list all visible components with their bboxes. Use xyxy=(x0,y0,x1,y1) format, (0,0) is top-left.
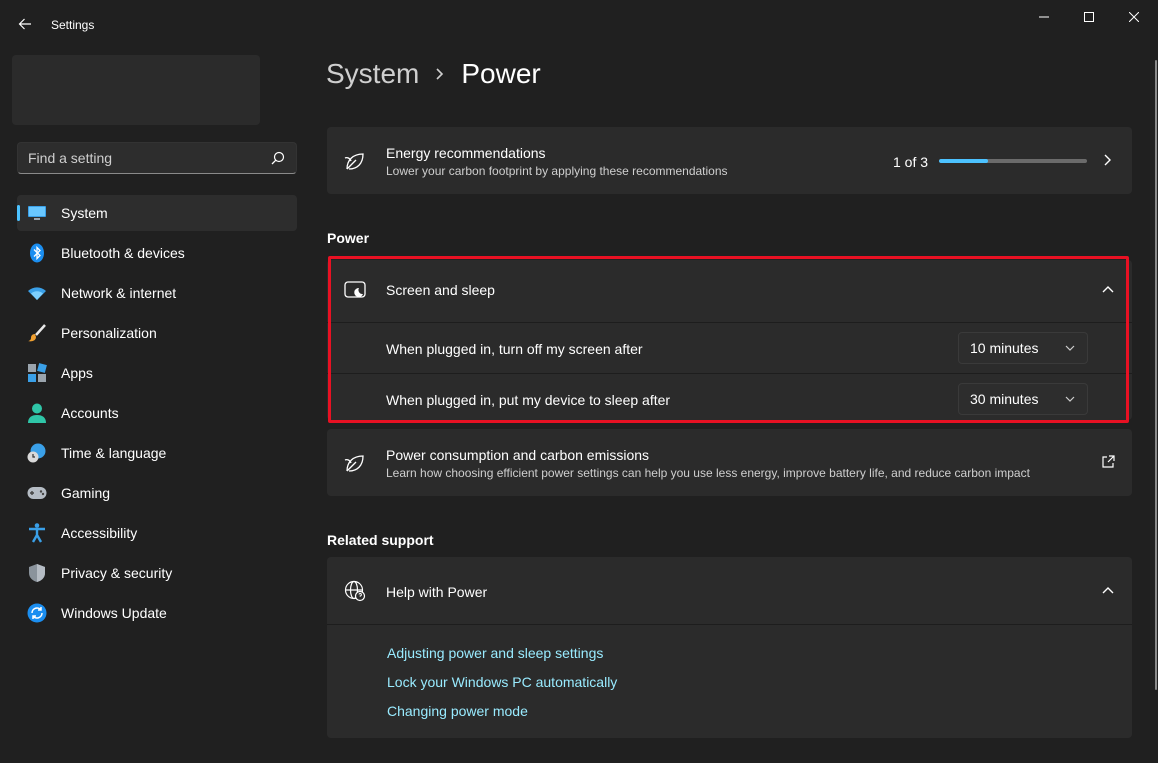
energy-recommendations-card[interactable]: Energy recommendations Lower your carbon… xyxy=(327,127,1132,194)
consumption-title: Power consumption and carbon emissions xyxy=(386,447,650,463)
external-link-icon[interactable] xyxy=(1100,454,1116,470)
chevron-down-icon xyxy=(1065,396,1075,402)
sidebar-item-network-internet[interactable]: Network & internet xyxy=(17,275,297,311)
person-icon xyxy=(27,403,47,423)
leaf-icon xyxy=(343,149,367,173)
search-input[interactable] xyxy=(28,150,263,166)
chevron-right-icon xyxy=(435,67,445,81)
sidebar-item-privacy-security[interactable]: Privacy & security xyxy=(17,555,297,591)
chevron-right-icon[interactable] xyxy=(1100,152,1116,168)
shield-icon xyxy=(27,563,47,583)
sleep-value: 30 minutes xyxy=(970,391,1039,407)
sleep-dropdown[interactable]: 30 minutes xyxy=(958,383,1088,415)
help-link[interactable]: Lock your Windows PC automatically xyxy=(387,674,617,690)
close-icon xyxy=(1129,12,1139,22)
scrollbar[interactable] xyxy=(1155,60,1157,690)
minimize-icon xyxy=(1039,16,1049,18)
power-section-heading: Power xyxy=(327,230,370,246)
sidebar-item-time-language[interactable]: Time & language xyxy=(17,435,297,471)
sidebar-item-accessibility[interactable]: Accessibility xyxy=(17,515,297,551)
sidebar-item-bluetooth-devices[interactable]: Bluetooth & devices xyxy=(17,235,297,271)
related-support-heading: Related support xyxy=(327,532,434,548)
help-power-header[interactable]: Help with Power xyxy=(327,557,1132,624)
help-power-title: Help with Power xyxy=(386,584,488,600)
sidebar-item-system[interactable]: System xyxy=(17,195,297,231)
account-profile-card[interactable] xyxy=(12,55,260,125)
page-title: Power xyxy=(461,58,541,89)
back-button[interactable] xyxy=(12,10,38,38)
screen-off-value: 10 minutes xyxy=(970,340,1039,356)
globe-clock-icon xyxy=(27,443,47,463)
sidebar-item-label: Gaming xyxy=(61,485,111,501)
sidebar-nav: System Bluetooth & devices Network & int… xyxy=(17,195,297,635)
sleep-label: When plugged in, put my device to sleep … xyxy=(386,392,671,408)
close-button[interactable] xyxy=(1111,0,1157,34)
sidebar-item-label: Personalization xyxy=(61,325,157,341)
sidebar-item-personalization[interactable]: Personalization xyxy=(17,315,297,351)
breadcrumb: System Power xyxy=(326,58,541,90)
sidebar-item-label: Bluetooth & devices xyxy=(61,245,185,261)
screen-sleep-icon xyxy=(343,278,367,302)
monitor-icon xyxy=(27,203,47,223)
screen-sleep-header[interactable]: Screen and sleep xyxy=(327,260,1132,322)
bluetooth-icon xyxy=(27,243,47,263)
maximize-button[interactable] xyxy=(1066,0,1112,34)
apps-icon xyxy=(27,363,47,383)
search-icon[interactable] xyxy=(271,151,285,165)
chevron-up-icon[interactable] xyxy=(1100,583,1116,599)
search-box[interactable] xyxy=(17,142,297,174)
minimize-button[interactable] xyxy=(1021,0,1067,34)
sidebar-item-gaming[interactable]: Gaming xyxy=(17,475,297,511)
energy-progress-bar xyxy=(939,159,1087,163)
sidebar-item-label: Accessibility xyxy=(61,525,138,541)
sidebar-item-label: Network & internet xyxy=(61,285,177,301)
screen-sleep-title: Screen and sleep xyxy=(386,282,495,298)
screen-off-label: When plugged in, turn off my screen afte… xyxy=(386,341,643,357)
energy-progress-label: 1 of 3 xyxy=(893,154,929,170)
sidebar-item-label: Accounts xyxy=(61,405,119,421)
back-arrow-icon xyxy=(18,18,31,30)
maximize-icon xyxy=(1084,12,1094,22)
help-globe-icon xyxy=(343,579,367,603)
wifi-icon xyxy=(27,283,47,303)
leaf-icon xyxy=(343,451,367,475)
sidebar-item-label: Privacy & security xyxy=(61,565,173,581)
sidebar-item-label: Apps xyxy=(61,365,93,381)
consumption-subtitle: Learn how choosing efficient power setti… xyxy=(386,466,1030,480)
divider xyxy=(327,624,1132,625)
gamepad-icon xyxy=(27,483,47,503)
chevron-down-icon xyxy=(1065,345,1075,351)
energy-title: Energy recommendations xyxy=(386,145,546,161)
energy-progress-fill xyxy=(939,159,989,163)
sleep-row: When plugged in, put my device to sleep … xyxy=(327,374,1132,420)
screen-off-row: When plugged in, turn off my screen afte… xyxy=(327,323,1132,373)
power-consumption-card[interactable]: Power consumption and carbon emissions L… xyxy=(327,429,1132,496)
help-link[interactable]: Changing power mode xyxy=(387,703,528,719)
update-icon xyxy=(27,603,47,623)
help-link[interactable]: Adjusting power and sleep settings xyxy=(387,645,603,661)
sidebar-item-windows-update[interactable]: Windows Update xyxy=(17,595,297,631)
sidebar-item-label: System xyxy=(61,205,108,221)
help-power-card: Help with Power Adjusting power and slee… xyxy=(327,557,1132,738)
energy-subtitle: Lower your carbon footprint by applying … xyxy=(386,164,728,178)
chevron-up-icon[interactable] xyxy=(1100,282,1116,298)
app-title: Settings xyxy=(51,18,95,32)
title-bar: Settings xyxy=(0,0,1158,48)
accessibility-icon xyxy=(27,523,47,543)
sidebar-item-label: Time & language xyxy=(61,445,167,461)
breadcrumb-parent[interactable]: System xyxy=(326,58,419,90)
screen-off-dropdown[interactable]: 10 minutes xyxy=(958,332,1088,364)
paintbrush-icon xyxy=(27,323,47,343)
sidebar-item-label: Windows Update xyxy=(61,605,167,621)
screen-sleep-card: Screen and sleep When plugged in, turn o… xyxy=(327,260,1132,420)
sidebar-item-accounts[interactable]: Accounts xyxy=(17,395,297,431)
sidebar-item-apps[interactable]: Apps xyxy=(17,355,297,391)
